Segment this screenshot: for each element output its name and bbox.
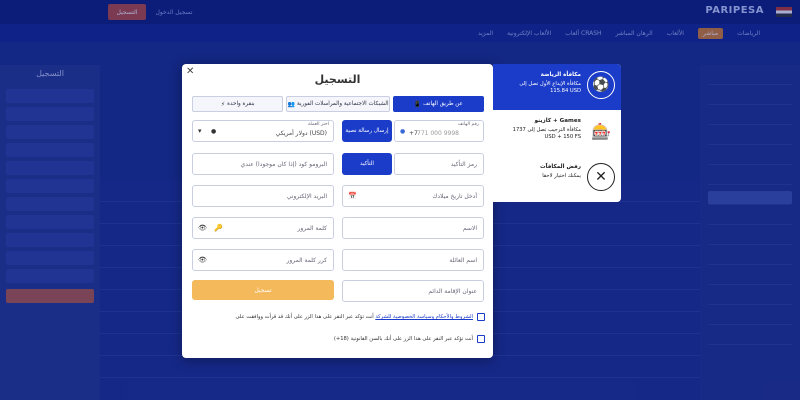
bonus-desc: مكافأة الإيداع الأول تصل إلى 115.84 USD	[519, 81, 581, 94]
country-flag-icon[interactable]: ●	[400, 128, 405, 135]
tab-social[interactable]: 👥 الشبكات الاجتماعية والمراسلات الفورية	[286, 96, 390, 112]
bonus-card-sports[interactable]: مكافأة الرياضة مكافأة الإيداع الأول تصل …	[493, 64, 621, 110]
confirm-code-button[interactable]: التأكيد	[342, 153, 392, 175]
casino-chip-icon: 🎰	[591, 121, 611, 141]
birthdate-input[interactable]: أدخل تاريخ ميلادك 📅	[342, 185, 484, 207]
currency-symbol-icon: ●	[211, 128, 217, 135]
phone-code[interactable]: +7	[409, 130, 418, 137]
age-row: أنت تؤكد عبر النقر على هذا الزر على أنك …	[334, 334, 485, 344]
birthdate-placeholder: أدخل تاريخ ميلادك	[432, 193, 477, 200]
promo-code-input[interactable]: البرومو كود (إذا كان موجودا) عندي	[192, 153, 334, 175]
tab-label: الشبكات الاجتماعية والمراسلات الفورية	[296, 101, 389, 107]
bonus-card-casino[interactable]: كازينو + Games مكافأة الترحيب تصل إلى 17…	[493, 110, 621, 156]
currency-label: اختر العملة	[307, 122, 329, 127]
currency-select[interactable]: اختر العملة دولار أمريكي (USD) ▾ ●	[192, 120, 334, 142]
modal-title: التسجيل	[314, 73, 361, 86]
bonus-panel: مكافأة الرياضة مكافأة الإيداع الأول تصل …	[493, 64, 621, 202]
terms-text-main: أنت تؤكد عبر النقر على هذا الزر على أنك …	[235, 314, 374, 320]
send-sms-button[interactable]: إرسال رسالة نصية	[342, 120, 392, 142]
address-placeholder: عنوان الإقامة الدائم	[428, 288, 477, 295]
terms-checkbox[interactable]	[477, 313, 485, 321]
registration-tabs: ⚡ بنقرة واحدة 👥 الشبكات الاجتماعية والمر…	[192, 96, 484, 112]
age-checkbox[interactable]	[477, 335, 485, 343]
registration-modal: ✕ التسجيل ⚡ بنقرة واحدة 👥 الشبكات الاجتم…	[182, 64, 493, 358]
email-field[interactable]: البريد الإلكتروني	[192, 185, 334, 207]
x-circle-icon: ✕	[587, 163, 615, 191]
repeat-password-field[interactable]: كرر كلمة المرور 👁	[192, 249, 334, 271]
phone-label: رقم الهاتف	[457, 122, 479, 127]
bonus-card-decline[interactable]: رفض المكافآت يمكنك اختيار لاحقا ✕	[493, 156, 621, 202]
tab-phone[interactable]: 📱 عن طريق الهاتف	[392, 96, 484, 112]
confirm-code-placeholder: رمز التأكيد	[450, 161, 477, 168]
eye-icon[interactable]: 👁	[198, 256, 207, 264]
key-icon[interactable]: 🔑	[214, 224, 223, 232]
bonus-title: مكافأة الرياضة	[540, 72, 581, 78]
last-name-placeholder: اسم العائلة	[449, 257, 477, 264]
last-name-input[interactable]: اسم العائلة	[342, 249, 484, 271]
phone-placeholder: 771 000 9998	[417, 130, 459, 137]
phone-input[interactable]: رقم الهاتف 771 000 9998 +7 ●	[394, 120, 484, 142]
phone-icon: 📱	[413, 100, 422, 108]
soccer-ball-icon: ⚽	[587, 71, 615, 99]
first-name-placeholder: الاسم	[462, 225, 477, 232]
promo-code-placeholder: البرومو كود (إذا كان موجودا) عندي	[240, 161, 327, 168]
email-placeholder: البريد الإلكتروني	[286, 193, 327, 200]
register-button[interactable]: تسجيل	[192, 280, 334, 300]
terms-link[interactable]: الشروط والأحكام وسياسة الخصوصية للشركة	[375, 314, 473, 320]
terms-row: الشروط والأحكام وسياسة الخصوصية للشركة أ…	[236, 312, 485, 322]
password-placeholder: كلمة المرور	[297, 225, 327, 232]
first-name-input[interactable]: الاسم	[342, 217, 484, 239]
bonus-title: رفض المكافآت	[540, 164, 581, 170]
users-icon: 👥	[287, 100, 295, 108]
tab-label: عن طريق الهاتف	[423, 101, 463, 107]
bonus-desc: مكافأة الترحيب تصل إلى 1737 USD + 150 FS	[512, 127, 581, 140]
repeat-password-placeholder: كرر كلمة المرور	[286, 257, 327, 264]
bonus-desc: يمكنك اختيار لاحقا	[542, 173, 581, 179]
confirm-code-input[interactable]: رمز التأكيد	[394, 153, 484, 175]
bolt-icon: ⚡	[220, 100, 226, 108]
bonus-title: كازينو + Games	[534, 118, 581, 124]
terms-text: الشروط والأحكام وسياسة الخصوصية للشركة أ…	[236, 314, 473, 320]
age-text: أنت تؤكد عبر النقر على هذا الزر على أنك …	[333, 336, 473, 342]
address-input[interactable]: عنوان الإقامة الدائم	[342, 280, 484, 302]
tab-one-click[interactable]: ⚡ بنقرة واحدة	[192, 96, 284, 112]
currency-value: دولار أمريكي (USD)	[275, 130, 327, 137]
chevron-down-icon: ▾	[198, 127, 202, 135]
password-field[interactable]: كلمة المرور 👁 🔑	[192, 217, 334, 239]
eye-icon[interactable]: 👁	[198, 224, 207, 232]
tab-label: بنقرة واحدة	[227, 101, 255, 107]
calendar-icon[interactable]: 📅	[348, 192, 357, 200]
